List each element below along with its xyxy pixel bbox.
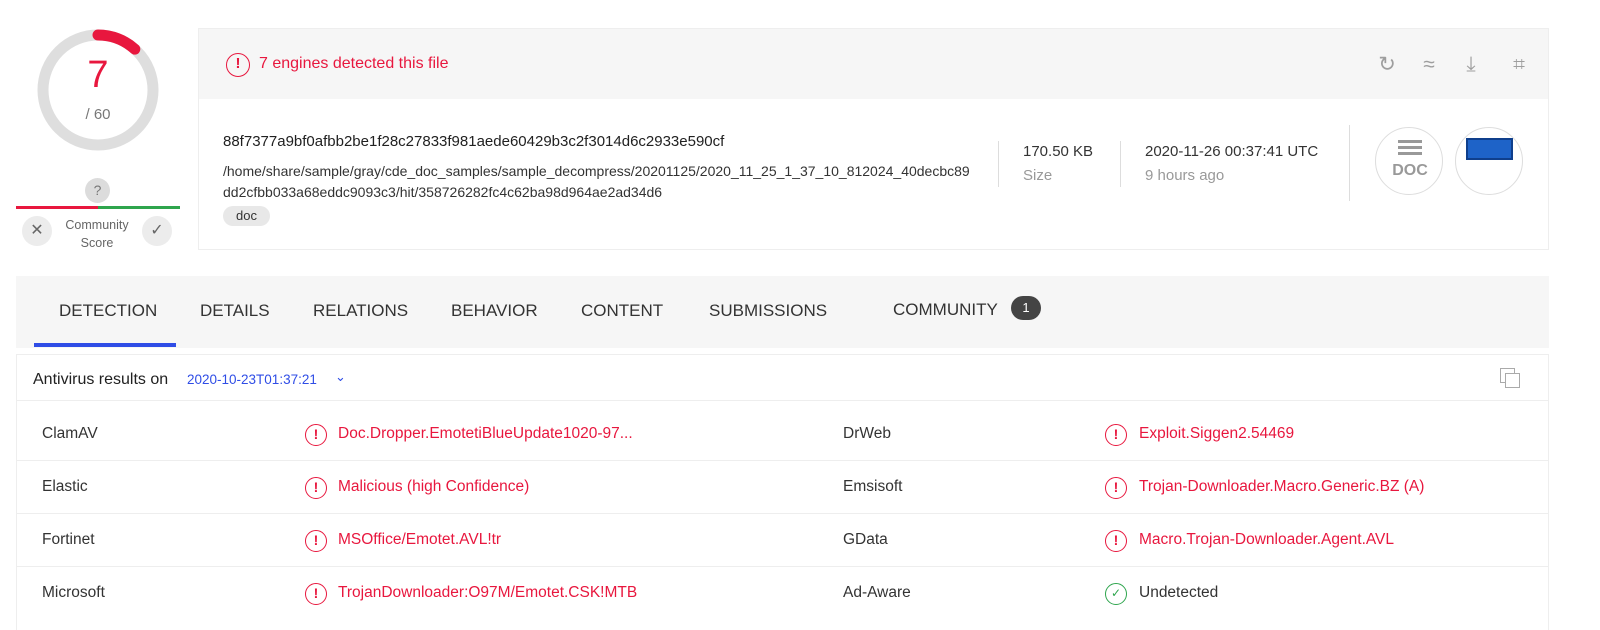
table-row: ClamAV ! Doc.Dropper.EmotetiBlueUpdate10… bbox=[17, 408, 1548, 461]
tab-behavior[interactable]: BEHAVIOR bbox=[451, 301, 538, 321]
detection-result: Malicious (high Confidence) bbox=[338, 478, 530, 495]
analysis-age: 9 hours ago bbox=[1145, 167, 1225, 184]
community-score-bar bbox=[16, 206, 180, 209]
detection-result: Macro.Trojan-Downloader.Agent.AVL bbox=[1139, 531, 1395, 548]
reanalyze-icon[interactable]: ↻ bbox=[1373, 51, 1401, 79]
check-icon: ✓ bbox=[1105, 583, 1127, 605]
detection-banner: ! 7 engines detected this file ↻ ≈ ⤓ ⌗ bbox=[199, 29, 1548, 99]
file-size-label: Size bbox=[1023, 167, 1053, 184]
engine-name: Fortinet bbox=[42, 531, 95, 548]
table-row: Microsoft ! TrojanDownloader:O97M/Emotet… bbox=[17, 567, 1548, 620]
alert-icon: ! bbox=[1105, 477, 1127, 499]
file-size-value: 170.50 KB bbox=[1023, 143, 1094, 160]
engine-name: DrWeb bbox=[843, 425, 891, 442]
file-thumbnail[interactable] bbox=[1455, 127, 1523, 195]
divider bbox=[1349, 125, 1350, 201]
file-path: /home/share/sample/gray/cde_doc_samples/… bbox=[223, 163, 970, 200]
vote-harmless-button[interactable]: ✓ bbox=[142, 216, 172, 246]
community-label-line1: Community bbox=[65, 218, 129, 232]
tab-details[interactable]: DETAILS bbox=[200, 301, 270, 321]
engine-name: Microsoft bbox=[42, 584, 105, 601]
download-icon[interactable]: ⤓ bbox=[1457, 51, 1485, 79]
alert-icon: ! bbox=[305, 530, 327, 552]
detection-result: MSOffice/Emotet.AVL!tr bbox=[338, 531, 502, 548]
results-date[interactable]: 2020-10-23T01:37:21 bbox=[187, 372, 317, 387]
antivirus-results: Antivirus results on 2020-10-23T01:37:21… bbox=[16, 354, 1549, 630]
filetype-label: DOC bbox=[1392, 162, 1428, 179]
vote-malicious-button[interactable]: ✕ bbox=[22, 216, 52, 246]
community-score: ? ✕ Community Score ✓ bbox=[16, 176, 180, 256]
detection-summary: 7 engines detected this file bbox=[259, 55, 449, 72]
file-tag[interactable]: doc bbox=[223, 206, 270, 226]
engine-name: Emsisoft bbox=[843, 478, 903, 495]
file-hash: 88f7377a9bf0afbb2be1f28c27833f981aede604… bbox=[223, 133, 725, 150]
alert-icon: ! bbox=[1105, 530, 1127, 552]
results-header: Antivirus results on 2020-10-23T01:37:21… bbox=[17, 355, 1548, 401]
detection-result: TrojanDownloader:O97M/Emotet.CSK!MTB bbox=[338, 584, 638, 601]
help-icon[interactable]: ? bbox=[85, 178, 110, 203]
active-tab-indicator bbox=[34, 343, 176, 347]
analysis-date: 2020-11-26 00:37:41 UTC bbox=[1145, 143, 1319, 160]
engine-name: GData bbox=[843, 531, 888, 548]
tab-submissions[interactable]: SUBMISSIONS bbox=[709, 301, 827, 321]
detection-result: Undetected bbox=[1139, 584, 1219, 601]
chevron-down-icon[interactable]: ⌄ bbox=[335, 369, 346, 385]
table-row: Elastic ! Malicious (high Confidence) Em… bbox=[17, 461, 1548, 514]
tab-relations[interactable]: RELATIONS bbox=[313, 301, 408, 321]
community-label-line2: Score bbox=[80, 236, 114, 250]
alert-icon: ! bbox=[226, 53, 250, 77]
engine-total: / 60 bbox=[85, 106, 111, 123]
community-count-badge: 1 bbox=[1011, 296, 1041, 320]
alert-icon: ! bbox=[1105, 424, 1127, 446]
file-summary-card: ! 7 engines detected this file ↻ ≈ ⤓ ⌗ 8… bbox=[198, 28, 1549, 250]
similar-icon[interactable]: ≈ bbox=[1415, 51, 1443, 79]
doc-lines-icon bbox=[1398, 140, 1422, 158]
community-score-label: Community Score bbox=[56, 216, 138, 252]
engine-name: Elastic bbox=[42, 478, 88, 495]
tab-content[interactable]: CONTENT bbox=[581, 301, 663, 321]
divider bbox=[998, 141, 999, 187]
detection-result: Doc.Dropper.EmotetiBlueUpdate1020-97... bbox=[338, 425, 633, 442]
alert-icon: ! bbox=[305, 583, 327, 605]
tab-detection[interactable]: DETECTION bbox=[59, 301, 157, 321]
alert-icon: ! bbox=[305, 477, 327, 499]
alert-icon: ! bbox=[305, 424, 327, 446]
graph-icon[interactable]: ⌗ bbox=[1505, 51, 1533, 79]
engine-name: ClamAV bbox=[42, 425, 98, 442]
copy-icon[interactable] bbox=[1500, 368, 1522, 390]
divider bbox=[1120, 141, 1121, 187]
results-title: Antivirus results on bbox=[33, 371, 169, 388]
detection-result: Exploit.Siggen2.54469 bbox=[1139, 425, 1295, 442]
engine-name: Ad-Aware bbox=[843, 584, 911, 601]
tab-bar: DETECTION DETAILS RELATIONS BEHAVIOR CON… bbox=[16, 276, 1549, 348]
doc-filetype-icon: DOC bbox=[1375, 127, 1443, 195]
detection-result: Trojan-Downloader.Macro.Generic.BZ (A) bbox=[1139, 478, 1425, 495]
detection-count: 7 bbox=[87, 54, 109, 96]
thumbnail-preview bbox=[1466, 138, 1513, 160]
tab-community[interactable]: COMMUNITY bbox=[893, 300, 998, 320]
detection-score-ring: 7 / 60 bbox=[36, 28, 160, 152]
table-row: Fortinet ! MSOffice/Emotet.AVL!tr GData … bbox=[17, 514, 1548, 567]
